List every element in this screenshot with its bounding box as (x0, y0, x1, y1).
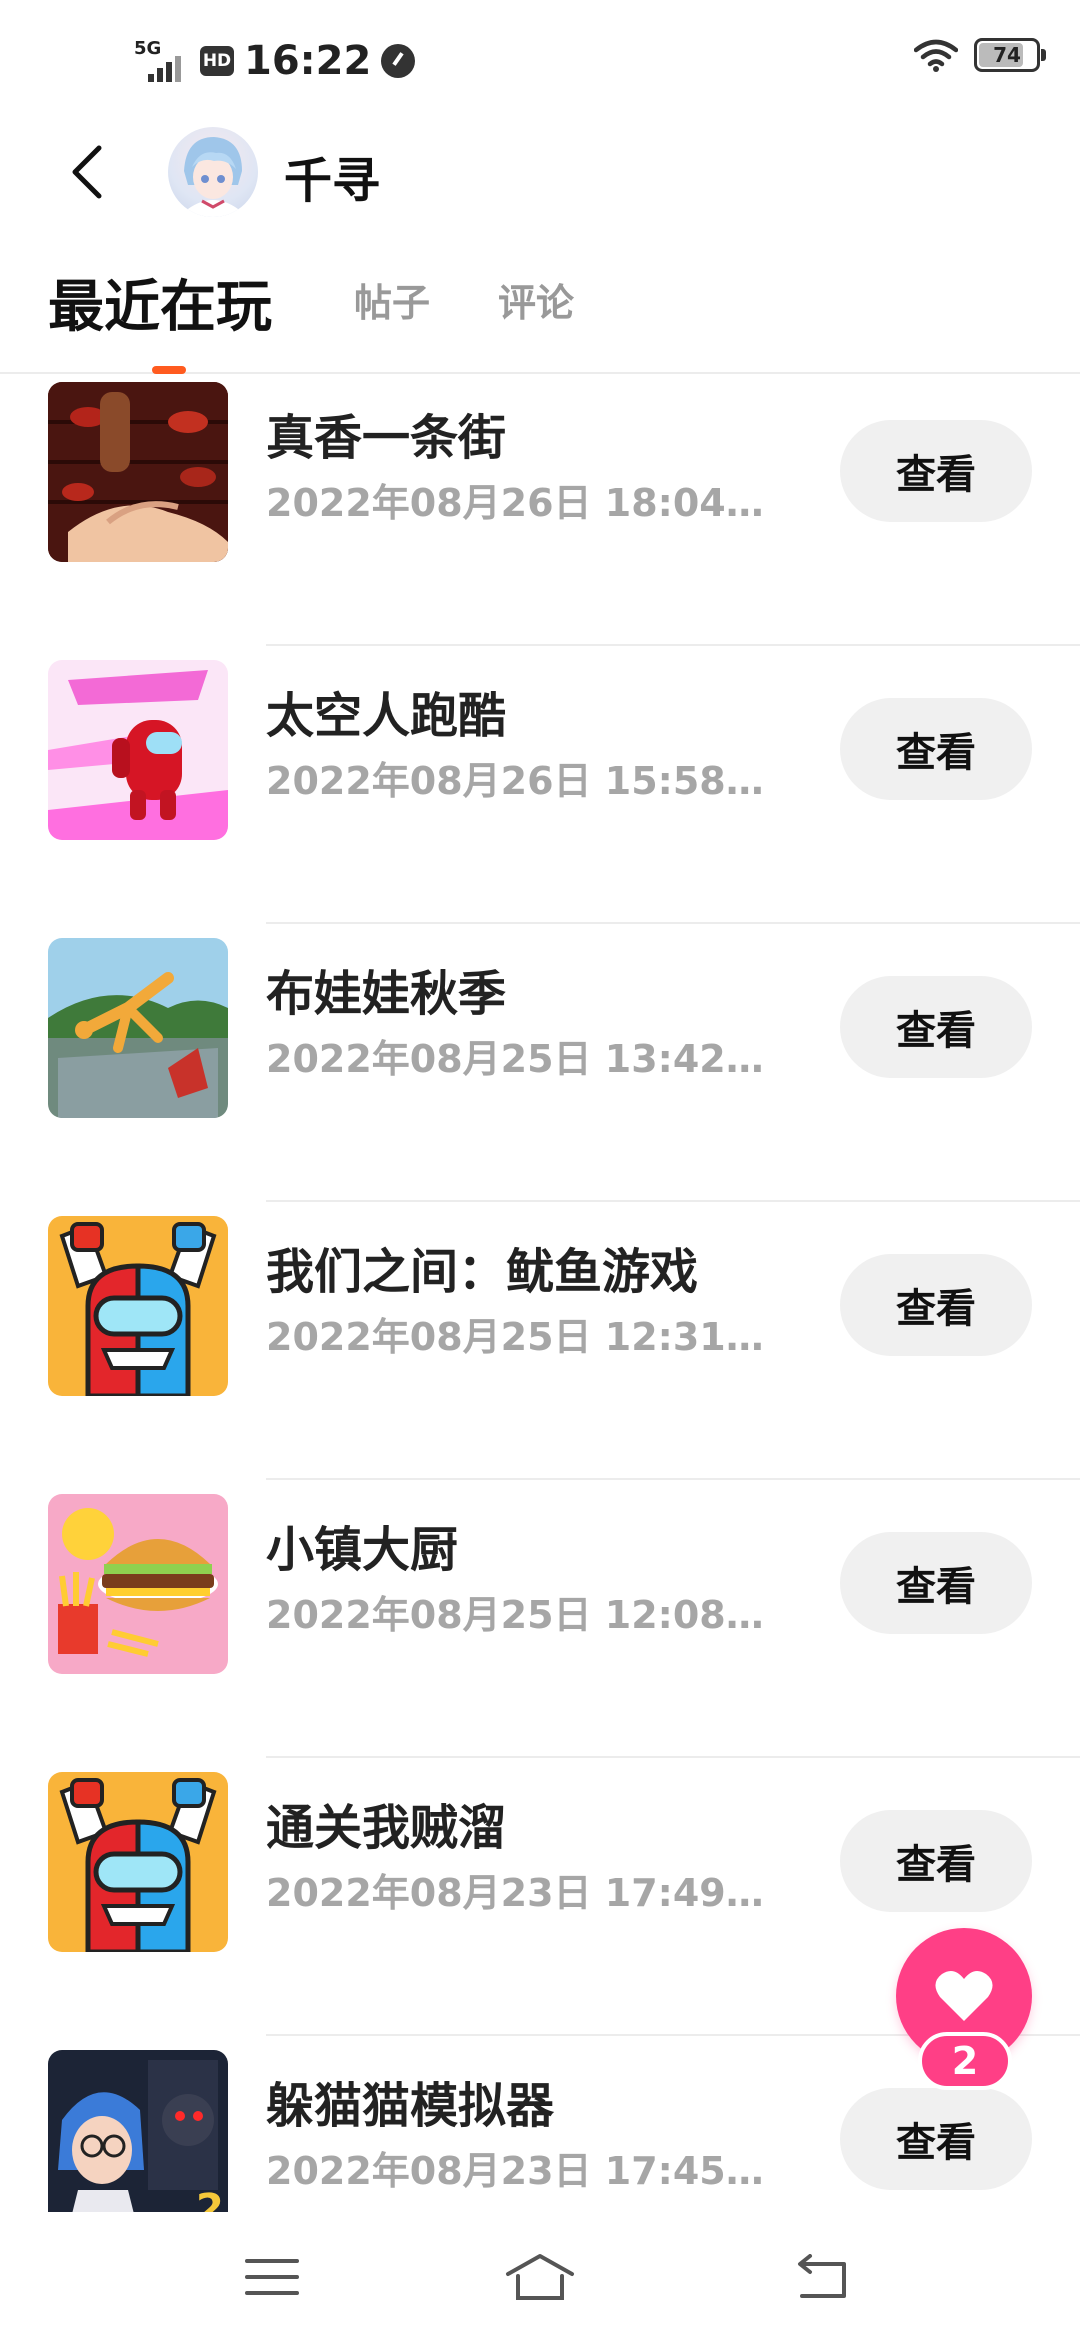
chevron-left-icon (72, 145, 102, 199)
user-name: 千寻 (284, 153, 381, 209)
status-right: 74 (914, 38, 1046, 72)
view-button[interactable]: 查看 (840, 2088, 1032, 2190)
tab-bar: 最近在玩 帖子 评论 (0, 262, 1080, 374)
game-thumbnail[interactable] (48, 1216, 228, 1396)
view-button[interactable]: 查看 (840, 420, 1032, 522)
nav-back-button[interactable] (772, 2242, 872, 2312)
status-left: 5G HD 16:22 (134, 34, 416, 88)
svg-text:2: 2 (196, 2186, 224, 2212)
signal-icon: 5G (134, 38, 190, 84)
game-thumbnail[interactable] (48, 382, 228, 562)
status-bar: 5G HD 16:22 74 (0, 0, 1080, 110)
game-title: 我们之间：鱿鱼游戏 (266, 1244, 699, 1300)
avatar[interactable] (168, 127, 258, 217)
play-time: 2022年08月23日 17:49… (266, 1871, 764, 1915)
game-title: 太空人跑酷 (266, 688, 507, 744)
menu-icon (245, 2259, 299, 2295)
notification-icon (381, 44, 416, 78)
list-item[interactable]: 小镇大厨 2022年08月25日 12:08… 查看 (0, 1480, 1080, 1758)
game-thumbnail[interactable]: 2 (48, 2050, 228, 2212)
game-thumbnail[interactable] (48, 660, 228, 840)
play-time: 2022年08月25日 12:08… (266, 1593, 764, 1637)
battery-icon: 74 (974, 38, 1046, 72)
hd-icon: HD (200, 46, 234, 76)
game-title: 通关我贼溜 (266, 1800, 507, 1856)
view-button[interactable]: 查看 (840, 1532, 1032, 1634)
list-item[interactable]: 太空人跑酷 2022年08月26日 15:58… 查看 (0, 646, 1080, 924)
game-title: 小镇大厨 (266, 1522, 459, 1578)
tab-recently-played[interactable]: 最近在玩 (48, 262, 272, 343)
profile-header: 千寻 (0, 115, 1080, 225)
game-title: 躲猫猫模拟器 (266, 2078, 555, 2134)
wifi-icon (914, 39, 958, 72)
menu-button[interactable] (222, 2242, 322, 2312)
game-thumbnail[interactable] (48, 1494, 228, 1674)
view-button[interactable]: 查看 (840, 1810, 1032, 1912)
return-icon (798, 2254, 846, 2298)
game-thumbnail[interactable] (48, 938, 228, 1118)
view-button[interactable]: 查看 (840, 976, 1032, 1078)
view-button[interactable]: 查看 (840, 698, 1032, 800)
back-button[interactable] (52, 137, 122, 207)
home-button[interactable] (490, 2242, 590, 2312)
battery-level: 74 (993, 43, 1021, 67)
view-button[interactable]: 查看 (840, 1254, 1032, 1356)
tab-posts[interactable]: 帖子 (354, 272, 430, 327)
list-item[interactable]: 真香一条街 2022年08月26日 18:04… 查看 (0, 376, 1080, 646)
list-item[interactable]: 我们之间：鱿鱼游戏 2022年08月25日 12:31… 查看 (0, 1202, 1080, 1480)
game-title: 真香一条街 (266, 410, 507, 466)
play-time: 2022年08月26日 15:58… (266, 759, 764, 803)
tab-comments[interactable]: 评论 (498, 272, 574, 327)
clock: 16:22 (244, 38, 372, 84)
play-time: 2022年08月23日 17:45… (266, 2149, 764, 2193)
favorite-count-badge: 2 (918, 2032, 1012, 2090)
avatar-image (184, 137, 242, 217)
system-nav-bar (0, 2212, 1080, 2340)
home-icon (506, 2254, 574, 2300)
tab-indicator (152, 366, 186, 374)
play-time: 2022年08月25日 13:42… (266, 1037, 764, 1081)
game-thumbnail[interactable] (48, 1772, 228, 1952)
play-time: 2022年08月25日 12:31… (266, 1315, 764, 1359)
play-time: 2022年08月26日 18:04… (266, 481, 764, 525)
heart-icon (935, 1970, 993, 2021)
game-title: 布娃娃秋季 (266, 966, 507, 1022)
list-item[interactable]: 布娃娃秋季 2022年08月25日 13:42… 查看 (0, 924, 1080, 1202)
recent-games-list[interactable]: 真香一条街 2022年08月26日 18:04… 查看 太空人跑酷 2022年0… (0, 376, 1080, 2212)
